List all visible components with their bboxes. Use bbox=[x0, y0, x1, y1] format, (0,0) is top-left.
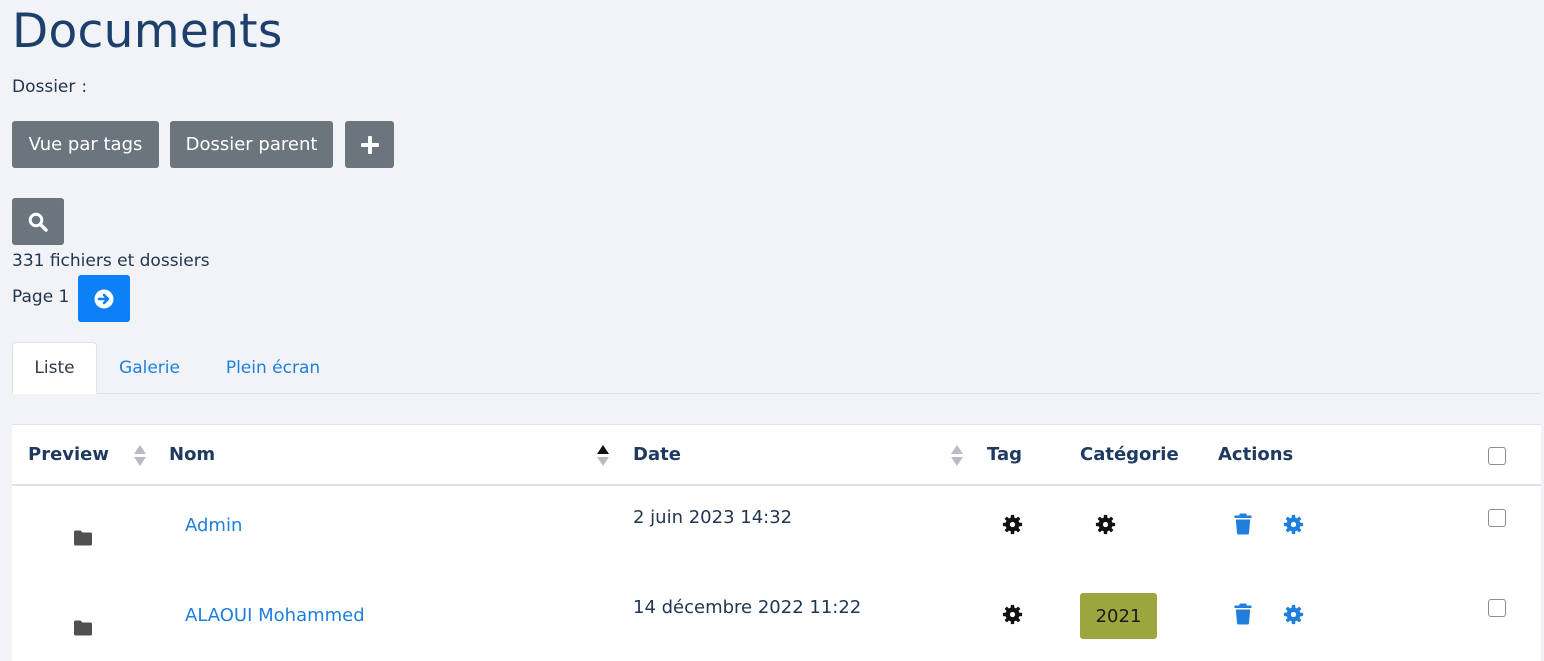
view-tabs: Liste Galerie Plein écran bbox=[12, 342, 1540, 394]
row-checkbox[interactable] bbox=[1488, 599, 1506, 617]
folder-icon bbox=[74, 530, 92, 546]
table-row: Admin 2 juin 2023 14:32 bbox=[12, 487, 1541, 577]
arrow-circle-right-icon bbox=[94, 289, 114, 308]
sort-name-icon[interactable] bbox=[597, 445, 609, 467]
page: Documents Dossier: Vue par tags Dossier … bbox=[0, 0, 1544, 661]
tab-liste[interactable]: Liste bbox=[12, 342, 97, 394]
folder-line: Dossier: bbox=[12, 75, 87, 99]
settings-gear-icon[interactable] bbox=[1283, 604, 1304, 625]
folder-label: Dossier bbox=[12, 77, 76, 97]
sort-preview-icon[interactable] bbox=[134, 445, 146, 467]
column-date[interactable]: Date bbox=[633, 443, 681, 467]
file-name-link[interactable]: ALAOUI Mohammed bbox=[185, 604, 365, 628]
sort-date-icon[interactable] bbox=[951, 445, 963, 467]
search-button[interactable] bbox=[12, 198, 64, 245]
tab-galerie[interactable]: Galerie bbox=[108, 342, 191, 394]
settings-gear-icon[interactable] bbox=[1283, 514, 1304, 535]
folder-icon bbox=[74, 620, 92, 636]
table-header: Preview Nom Date Tag Catégorie Actions bbox=[12, 425, 1541, 486]
column-tag: Tag bbox=[987, 444, 1022, 465]
tab-plein-ecran[interactable]: Plein écran bbox=[210, 342, 336, 394]
column-actions: Actions bbox=[1218, 444, 1294, 465]
file-date: 2 juin 2023 14:32 bbox=[633, 507, 793, 528]
category-gear-icon[interactable] bbox=[1095, 514, 1116, 535]
trash-icon[interactable] bbox=[1234, 603, 1252, 625]
table-row: ALAOUI Mohammed 14 décembre 2022 11:22 2… bbox=[12, 577, 1541, 661]
trash-icon[interactable] bbox=[1234, 513, 1252, 535]
column-preview[interactable]: Preview bbox=[28, 443, 109, 467]
row-checkbox[interactable] bbox=[1488, 509, 1506, 527]
column-name[interactable]: Nom bbox=[169, 443, 215, 467]
tag-gear-icon[interactable] bbox=[1002, 514, 1023, 535]
parent-folder-button[interactable]: Dossier parent bbox=[170, 121, 333, 168]
folder-separator: : bbox=[81, 77, 88, 97]
documents-table: Preview Nom Date Tag Catégorie Actions A… bbox=[12, 424, 1541, 661]
plus-icon bbox=[360, 135, 379, 154]
tags-view-button[interactable]: Vue par tags bbox=[12, 121, 159, 168]
select-all-checkbox[interactable] bbox=[1488, 447, 1506, 465]
add-button[interactable] bbox=[345, 121, 394, 168]
category-badge[interactable]: 2021 bbox=[1080, 593, 1157, 639]
search-icon bbox=[28, 212, 48, 232]
file-date: 14 décembre 2022 11:22 bbox=[633, 597, 862, 618]
next-page-button[interactable] bbox=[78, 275, 130, 322]
item-count: 331 fichiers et dossiers bbox=[12, 251, 210, 271]
column-category: Catégorie bbox=[1080, 444, 1179, 465]
page-title: Documents bbox=[12, 4, 283, 59]
file-name-link[interactable]: Admin bbox=[185, 514, 242, 538]
page-indicator: Page 1 bbox=[12, 287, 70, 307]
tag-gear-icon[interactable] bbox=[1002, 604, 1023, 625]
